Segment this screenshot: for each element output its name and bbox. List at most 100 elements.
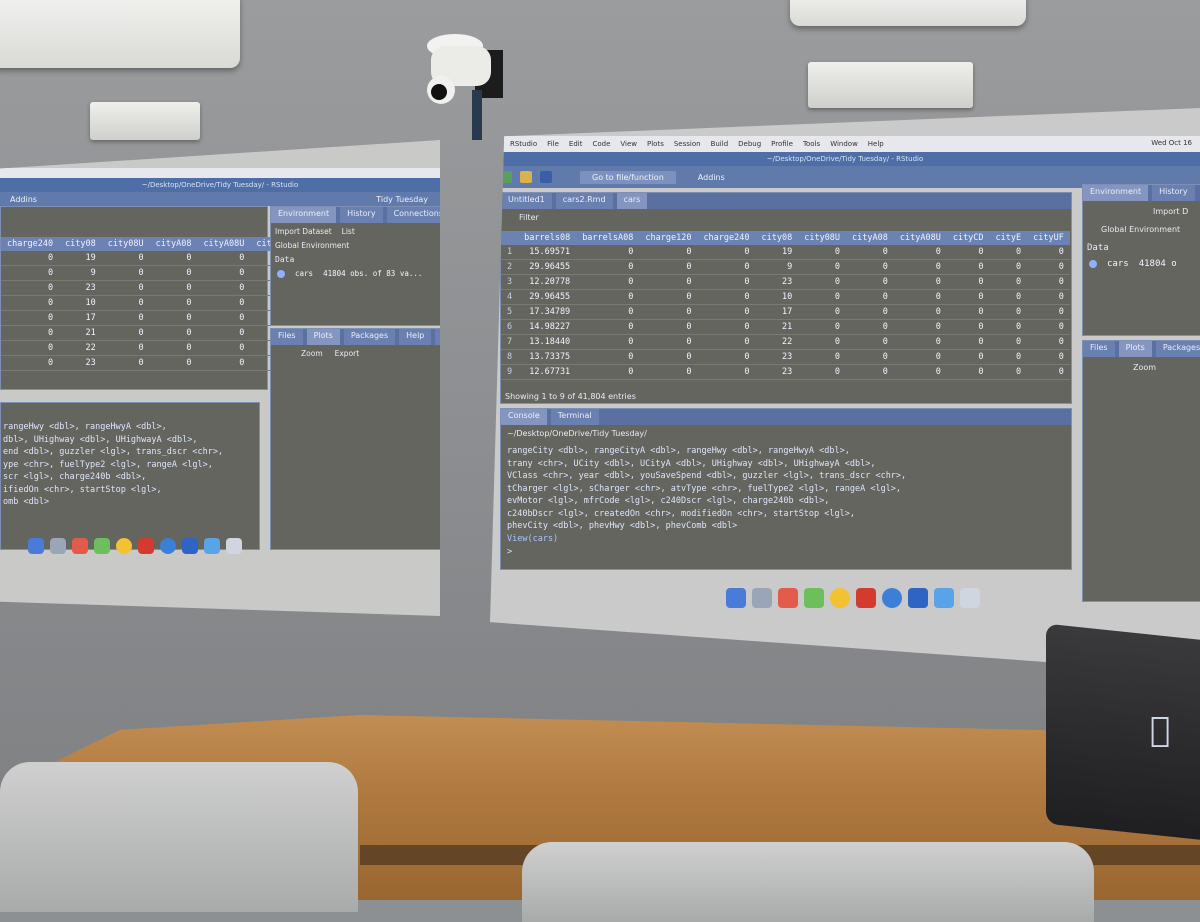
- tab-connections[interactable]: Connections: [386, 207, 440, 223]
- menu-item-edit[interactable]: Edit: [569, 140, 583, 148]
- table-row: 7 13.18440 0 0 0 22 0 0 0 0 0 0: [501, 334, 1070, 350]
- column-header[interactable]: cityA08U: [893, 231, 947, 245]
- column-header[interactable]: barrels08: [518, 231, 577, 245]
- tab-history[interactable]: History: [340, 207, 383, 223]
- env-item-cars[interactable]: cars 41804 o: [1089, 259, 1177, 269]
- tab-cars[interactable]: cars: [616, 193, 648, 209]
- menu-item-help[interactable]: Help: [868, 140, 884, 148]
- column-header[interactable]: [501, 231, 519, 245]
- menu-item-view[interactable]: View: [620, 140, 637, 148]
- list-view-dropdown[interactable]: List: [342, 227, 355, 236]
- project-menu[interactable]: Tidy Tuesday: [376, 195, 428, 204]
- rstudio-icon[interactable]: [908, 588, 928, 608]
- table-cell: 0: [846, 245, 894, 260]
- menu-item-build[interactable]: Build: [711, 140, 729, 148]
- rstudio-icon[interactable]: [182, 538, 198, 554]
- tab-console[interactable]: Console: [501, 409, 547, 425]
- go-to-file-input[interactable]: Go to file/function: [580, 170, 676, 184]
- launchpad-icon[interactable]: [752, 588, 772, 608]
- menu-item-window[interactable]: Window: [830, 140, 858, 148]
- column-header[interactable]: charge120: [639, 231, 698, 245]
- table-cell: 0: [101, 280, 150, 296]
- tab-viewer[interactable]: Viewer: [435, 329, 440, 345]
- tab-plots[interactable]: Plots: [1118, 341, 1152, 357]
- menu-item-code[interactable]: Code: [592, 140, 610, 148]
- acrobat-icon[interactable]: [856, 588, 876, 608]
- column-header[interactable]: charge240: [697, 231, 756, 245]
- tshirt-app-icon[interactable]: [804, 588, 824, 608]
- folder-icon[interactable]: [934, 588, 954, 608]
- open-file-icon[interactable]: [520, 171, 532, 183]
- calendar-icon[interactable]: [778, 588, 798, 608]
- table-cell: 0: [697, 334, 756, 350]
- addins-menu[interactable]: Addins: [10, 195, 37, 204]
- global-environment-dropdown[interactable]: Global Environment: [1101, 225, 1180, 234]
- projector-right: [790, 0, 1026, 26]
- table-cell: 0: [149, 265, 198, 281]
- console-prompt[interactable]: >: [507, 546, 512, 559]
- column-header[interactable]: cityE: [989, 231, 1028, 245]
- tab-cars2-rmd[interactable]: cars2.Rmd: [555, 193, 613, 209]
- calendar-icon[interactable]: [72, 538, 88, 554]
- column-header[interactable]: city08U: [798, 231, 847, 245]
- table-cell: 0: [893, 245, 947, 260]
- tab-help[interactable]: Help: [399, 329, 432, 345]
- save-icon[interactable]: [540, 171, 552, 183]
- tab-environment[interactable]: Environment: [1083, 185, 1149, 201]
- onedrive-icon[interactable]: [882, 588, 902, 608]
- chrome-icon[interactable]: [830, 588, 850, 608]
- import-dataset-button[interactable]: Import D: [1153, 207, 1188, 216]
- menu-item-rstudio[interactable]: RStudio: [510, 140, 537, 148]
- column-header[interactable]: city08U: [101, 237, 150, 251]
- table-cell: 0: [946, 304, 990, 320]
- trash-icon[interactable]: [226, 538, 242, 554]
- column-header[interactable]: cityUF: [1027, 231, 1070, 245]
- menu-item-session[interactable]: Session: [674, 140, 701, 148]
- table-cell: 19: [755, 245, 799, 260]
- menu-item-profile[interactable]: Profile: [771, 140, 793, 148]
- folder-icon[interactable]: [204, 538, 220, 554]
- menu-item-debug[interactable]: Debug: [738, 140, 761, 148]
- finder-icon[interactable]: [28, 538, 44, 554]
- tab-history[interactable]: History: [1152, 185, 1195, 201]
- tab-packages[interactable]: Packages: [1155, 341, 1200, 357]
- mac-menubar: RStudio File Edit Code View Plots Session Build…: [490, 136, 1200, 152]
- table-cell: 0: [101, 355, 150, 371]
- launchpad-icon[interactable]: [50, 538, 66, 554]
- tab-environment[interactable]: Environment: [271, 207, 337, 223]
- tab-packages[interactable]: Packages: [343, 329, 396, 345]
- column-header[interactable]: cityA08U: [197, 237, 251, 251]
- column-header[interactable]: cityA08: [149, 237, 198, 251]
- trash-icon[interactable]: [960, 588, 980, 608]
- tab-untitled1[interactable]: Untitled1: [501, 193, 552, 209]
- global-environment-dropdown[interactable]: Global Environment: [275, 241, 349, 250]
- env-item-cars[interactable]: cars 41804 obs. of 83 va...: [277, 269, 422, 278]
- tshirt-app-icon[interactable]: [94, 538, 110, 554]
- filter-button[interactable]: Filter: [519, 213, 539, 222]
- zoom-button[interactable]: Zoom: [301, 349, 323, 358]
- import-dataset-button[interactable]: Import Dataset: [275, 227, 332, 236]
- column-header[interactable]: cityCD: [946, 231, 990, 245]
- table-cell: 0: [697, 304, 756, 320]
- menu-item-plots[interactable]: Plots: [647, 140, 664, 148]
- table-cell: 0: [101, 310, 150, 326]
- onedrive-icon[interactable]: [160, 538, 176, 554]
- menu-item-tools[interactable]: Tools: [803, 140, 820, 148]
- finder-icon[interactable]: [726, 588, 746, 608]
- chrome-icon[interactable]: [116, 538, 132, 554]
- column-header[interactable]: barrelsA08: [576, 231, 640, 245]
- addins-menu[interactable]: Addins: [698, 173, 725, 182]
- column-header[interactable]: cityA08: [846, 231, 894, 245]
- column-header[interactable]: charge240: [1, 237, 60, 251]
- zoom-button[interactable]: Zoom: [1133, 363, 1156, 372]
- menu-item-file[interactable]: File: [547, 140, 559, 148]
- column-header[interactable]: city08: [59, 237, 102, 251]
- table-cell: 0: [846, 304, 894, 320]
- tab-files[interactable]: Files: [271, 329, 303, 345]
- tab-files[interactable]: Files: [1083, 341, 1115, 357]
- acrobat-icon[interactable]: [138, 538, 154, 554]
- tab-terminal[interactable]: Terminal: [550, 409, 599, 425]
- export-button[interactable]: Export: [335, 349, 360, 358]
- tab-plots[interactable]: Plots: [306, 329, 340, 345]
- column-header[interactable]: city08: [755, 231, 799, 245]
